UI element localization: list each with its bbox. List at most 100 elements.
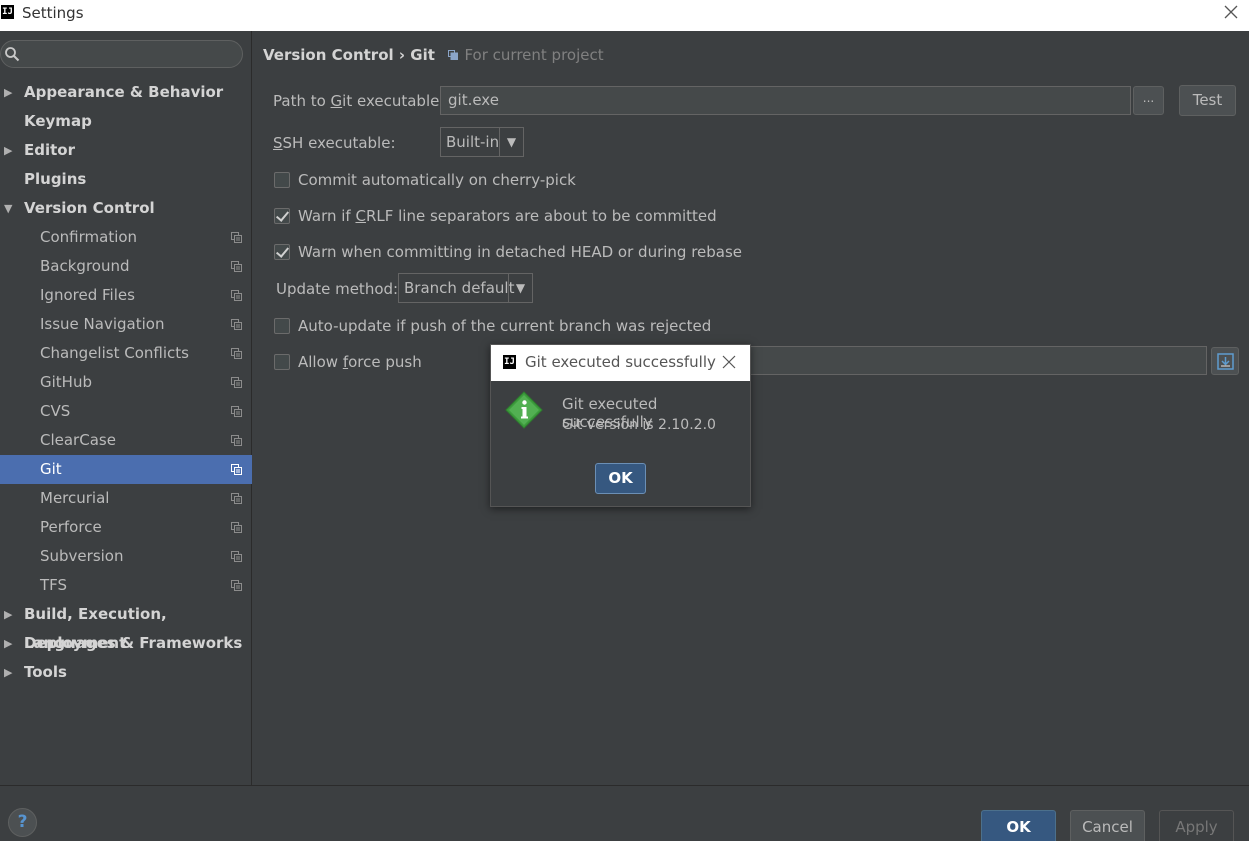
sidebar-item-keymap[interactable]: Keymap [0, 107, 252, 136]
dropdown-arrow-icon: ▼ [508, 274, 532, 302]
collapsed-arrow-icon[interactable]: ▶ [4, 136, 14, 165]
warn-detached-head-label: Warn when committing in detached HEAD or… [298, 243, 743, 261]
sidebar-item-background[interactable]: Background [0, 252, 252, 281]
allow-force-push-checkbox[interactable] [274, 354, 290, 370]
title-bar: IJ Settings [0, 0, 1249, 31]
commit-cherry-pick-checkbox[interactable] [274, 172, 290, 188]
sidebar-item-label: Tools [24, 663, 67, 681]
intellij-app-icon: IJ [503, 355, 516, 369]
cancel-button[interactable]: Cancel [1070, 810, 1145, 841]
window-title: Settings [22, 4, 84, 22]
sidebar-item-label: CVS [40, 402, 71, 420]
sidebar-item-label: Subversion [40, 547, 124, 565]
sidebar-item-label: Perforce [40, 518, 102, 536]
expanded-arrow-icon[interactable]: ▼ [4, 194, 14, 223]
search-icon [5, 47, 20, 62]
warn-crlf-label: Warn if CRLF line separators are about t… [298, 207, 717, 225]
sidebar-item-tools[interactable]: ▶ Tools [0, 658, 252, 687]
settings-tree: ▶ Appearance & Behavior Keymap ▶ Editor Plugi… [0, 78, 252, 687]
breadcrumb-scope: For current project [464, 46, 604, 64]
project-scope-icon [231, 435, 242, 446]
project-scope-icon [231, 290, 242, 301]
breadcrumb-path: Version Control › Git [263, 46, 435, 64]
warn-crlf-checkbox[interactable] [274, 208, 290, 224]
project-scope-icon [231, 522, 242, 533]
project-scope-icon [231, 319, 242, 330]
sidebar-item-confirmation[interactable]: Confirmation [0, 223, 252, 252]
sidebar-item-mercurial[interactable]: Mercurial [0, 484, 252, 513]
auto-update-checkbox[interactable] [274, 318, 290, 334]
sidebar-item-perforce[interactable]: Perforce [0, 513, 252, 542]
sidebar-item-languages-frameworks[interactable]: ▶ Languages & Frameworks [0, 629, 252, 658]
sidebar-item-changelist-conflicts[interactable]: Changelist Conflicts [0, 339, 252, 368]
project-scope-icon [231, 232, 242, 243]
sidebar-item-label: ClearCase [40, 431, 116, 449]
collapsed-arrow-icon[interactable]: ▶ [4, 658, 14, 687]
popup-ok-button[interactable]: OK [595, 463, 646, 494]
collapsed-arrow-icon[interactable]: ▶ [4, 600, 14, 629]
expand-field-button[interactable] [1211, 347, 1239, 375]
update-method-value: Branch default [404, 279, 515, 297]
sidebar-item-version-control[interactable]: ▼ Version Control [0, 194, 252, 223]
ok-button[interactable]: OK [981, 810, 1056, 841]
project-scope-icon [447, 50, 458, 60]
dialog-button-bar: ? OK Cancel Apply [0, 785, 1249, 841]
sidebar-item-label: Appearance & Behavior [24, 83, 224, 101]
ssh-executable-select[interactable]: Built-in ▼ [440, 127, 524, 157]
project-scope-icon [231, 348, 242, 359]
update-method-select[interactable]: Branch default ▼ [398, 273, 533, 303]
git-success-popup: IJ Git executed successfully Git execute… [490, 344, 751, 507]
project-scope-icon [231, 377, 242, 388]
apply-button[interactable]: Apply [1159, 810, 1234, 841]
sidebar-item-git[interactable]: Git [0, 455, 252, 484]
popup-git-version: Git version is 2.10.2.0 [562, 417, 716, 433]
sidebar-item-clearcase[interactable]: ClearCase [0, 426, 252, 455]
collapsed-arrow-icon[interactable]: ▶ [4, 629, 14, 658]
browse-button[interactable]: ... [1133, 86, 1164, 115]
popup-title-bar: IJ Git executed successfully [491, 345, 750, 381]
git-settings-panel: Version Control › Git For current projec… [253, 31, 1249, 785]
sidebar-item-label: GitHub [40, 373, 92, 391]
settings-sidebar: ▶ Appearance & Behavior Keymap ▶ Editor Plugi… [0, 31, 252, 785]
dropdown-arrow-icon: ▼ [499, 128, 523, 156]
project-scope-icon [231, 261, 242, 272]
sidebar-item-label: Changelist Conflicts [40, 344, 189, 362]
sidebar-item-issue-navigation[interactable]: Issue Navigation [0, 310, 252, 339]
close-popup-icon[interactable] [722, 355, 736, 369]
sidebar-item-build-execution-deployment[interactable]: ▶ Build, Execution, Deployment [0, 600, 252, 652]
project-scope-icon [231, 551, 242, 562]
intellij-app-icon: IJ [1, 5, 14, 19]
update-method-label: Update method: [276, 280, 399, 298]
project-scope-icon [231, 406, 242, 417]
sidebar-item-label: Editor [24, 141, 75, 159]
close-window-icon[interactable] [1223, 4, 1239, 20]
git-path-input[interactable]: git.exe [440, 86, 1131, 115]
sidebar-item-label: Mercurial [40, 489, 110, 507]
help-button[interactable]: ? [8, 808, 37, 837]
allow-force-push-label: Allow force push [298, 353, 422, 371]
sidebar-item-label: Languages & Frameworks [24, 634, 243, 652]
sidebar-item-appearance-behavior[interactable]: ▶ Appearance & Behavior [0, 78, 252, 107]
sidebar-item-editor[interactable]: ▶ Editor [0, 136, 252, 165]
sidebar-item-label: Issue Navigation [40, 315, 165, 333]
ssh-executable-label: SSH executable: [273, 134, 396, 152]
sidebar-item-label: Confirmation [40, 228, 138, 246]
protected-branches-input[interactable] [683, 346, 1207, 375]
sidebar-item-subversion[interactable]: Subversion [0, 542, 252, 571]
project-scope-icon [231, 464, 242, 475]
expand-field-icon [1217, 353, 1234, 370]
collapsed-arrow-icon[interactable]: ▶ [4, 78, 14, 107]
ssh-executable-value: Built-in [446, 133, 500, 151]
sidebar-item-cvs[interactable]: CVS [0, 397, 252, 426]
test-button[interactable]: Test [1179, 85, 1236, 116]
breadcrumb: Version Control › Git For current projec… [263, 46, 604, 64]
commit-cherry-pick-label: Commit automatically on cherry-pick [298, 171, 576, 189]
sidebar-item-plugins[interactable]: Plugins [0, 165, 252, 194]
sidebar-item-github[interactable]: GitHub [0, 368, 252, 397]
sidebar-item-ignored-files[interactable]: Ignored Files [0, 281, 252, 310]
settings-search-input[interactable] [0, 40, 243, 68]
sidebar-item-label: TFS [40, 576, 68, 594]
sidebar-item-tfs[interactable]: TFS [0, 571, 252, 600]
info-icon [505, 391, 543, 429]
warn-detached-head-checkbox[interactable] [274, 244, 290, 260]
